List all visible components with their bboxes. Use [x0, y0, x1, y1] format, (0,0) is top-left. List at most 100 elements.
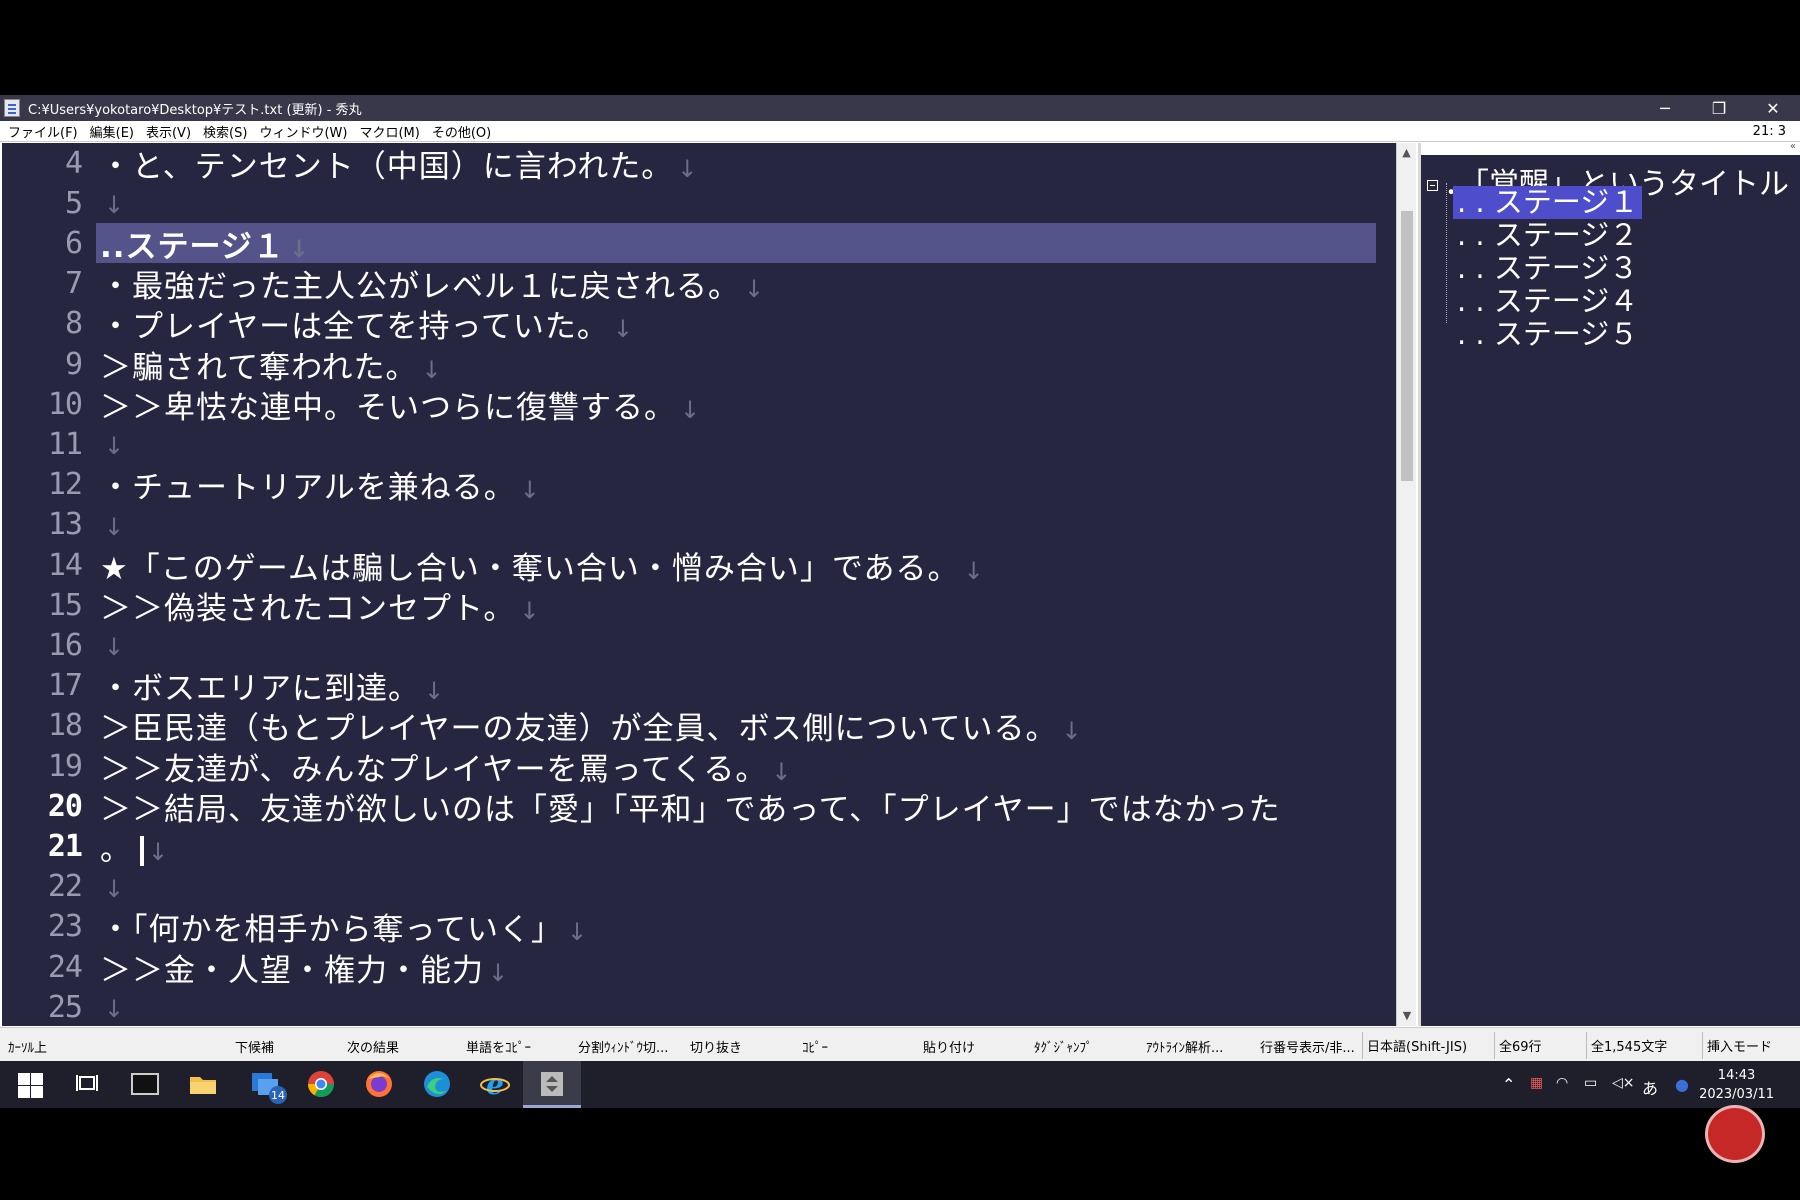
scroll-up-arrow-icon[interactable]: ▲ — [1397, 143, 1416, 163]
editor-line[interactable]: 12 ・チュートリアルを兼ねる。 ↓ — [2, 462, 1396, 507]
line-content: ・「何かを相手から奪っていく」 — [100, 912, 563, 949]
menu-other[interactable]: その他(O) — [426, 122, 497, 141]
line-text: ・チュートリアルを兼ねる。 ↓ — [100, 462, 541, 507]
editor-line[interactable]: 18 ＞臣民達（もとプレイヤーの友達）が全員、ボス側についている。 ↓ — [2, 706, 1396, 747]
editor-line[interactable]: 22 ↓ — [2, 867, 1396, 907]
editor-line[interactable]: 15 ＞＞偽装されたコンセプト。 ↓ — [2, 583, 1396, 628]
vertical-scrollbar[interactable]: ▲ ▼ — [1396, 143, 1416, 1026]
tree-collapse-icon[interactable] — [1427, 180, 1438, 191]
editor-line[interactable]: 13 ↓ — [2, 505, 1396, 545]
internet-explorer-icon[interactable]: e — [480, 1068, 510, 1101]
newline-mark-icon: ↓ — [612, 315, 635, 344]
minimize-button[interactable]: ─ — [1638, 95, 1692, 121]
outline-item-stage-1[interactable]: . . ステージ１ — [1453, 186, 1643, 219]
encoding-indicator[interactable]: 日本語(Shift-JIS) — [1362, 1032, 1471, 1059]
chrome-icon[interactable] — [306, 1069, 336, 1099]
ime-indicator[interactable]: あ — [1642, 1075, 1658, 1099]
cut-button[interactable]: 切り抜き — [690, 1037, 742, 1056]
next-candidate-button[interactable]: 下候補 — [235, 1037, 274, 1056]
editor-line[interactable]: 19 ＞＞友達が、みんなプレイヤーを罵ってくる。 ↓ — [2, 746, 1396, 788]
text-caret — [140, 836, 144, 867]
line-number: 21 — [47, 828, 83, 864]
firefox-icon[interactable] — [364, 1069, 394, 1099]
scrollbar-thumb[interactable] — [1401, 211, 1413, 481]
menu-window[interactable]: ウィンドウ(W) — [253, 122, 353, 141]
total-lines-indicator: 全69行 — [1494, 1032, 1546, 1059]
windows-start-icon[interactable] — [16, 1069, 46, 1099]
newline-mark-icon: ↓ — [566, 918, 589, 947]
outline-collapse-button[interactable]: « — [1790, 143, 1796, 152]
mail-badge: 14 — [271, 1089, 285, 1102]
editor-line[interactable]: 14 ★「このゲームは騙し合い・奪い合い・憎み合い」である。 ↓ — [2, 545, 1396, 587]
cursor-position-indicator: 21: 3 — [1752, 124, 1786, 139]
menu-search[interactable]: 検索(S) — [197, 122, 253, 141]
outline-analysis-button[interactable]: ｱｳﾄﾗｲﾝ解析... — [1146, 1037, 1223, 1056]
line-content: ・と、テンセント（中国）に言われた。 — [100, 148, 674, 185]
task-view-icon[interactable] — [72, 1069, 102, 1099]
menu-view[interactable]: 表示(V) — [140, 122, 197, 141]
onedrive-icon[interactable]: ● — [1675, 1075, 1689, 1094]
editor-line[interactable]: 24 ＞＞金・人望・権力・能力 ↓ — [2, 947, 1396, 989]
outline-item-stage-3[interactable]: . . ステージ３ — [1453, 252, 1642, 285]
toggle-line-numbers-button[interactable]: 行番号表示/非... — [1260, 1037, 1355, 1056]
taskbar-clock[interactable]: 14:43 2023/03/11 — [1699, 1066, 1774, 1104]
tag-jump-button[interactable]: ﾀｸﾞｼﾞｬﾝﾌﾟ — [1034, 1037, 1093, 1056]
battery-icon[interactable]: ▭ — [1584, 1075, 1597, 1091]
menu-macro[interactable]: マクロ(M) — [353, 122, 425, 141]
mail-icon[interactable]: 14 — [248, 1069, 287, 1104]
copy-button[interactable]: ｺﾋﾟｰ — [802, 1037, 828, 1056]
scroll-down-arrow-icon[interactable]: ▼ — [1397, 1006, 1417, 1026]
line-text: ＞＞偽装されたコンセプト。 ↓ — [100, 583, 541, 628]
editor-line[interactable]: 23 ・「何かを相手から奪っていく」 ↓ — [2, 904, 1396, 949]
editor-line[interactable]: 25 ↓ — [2, 987, 1396, 1026]
close-button[interactable]: ✕ — [1746, 95, 1800, 121]
line-content: ・チュートリアルを兼ねる。 — [100, 470, 516, 507]
hidemaru-app-icon[interactable] — [4, 99, 20, 117]
newline-mark-icon: ↓ — [421, 355, 443, 384]
tray-app-icon[interactable]: ▦ — [1530, 1075, 1543, 1091]
editor-line[interactable]: 6 ..ステージ１ ↓ — [2, 223, 1396, 265]
line-number: 15 — [47, 587, 83, 623]
restore-button[interactable]: ❐ — [1692, 95, 1746, 121]
editor-line[interactable]: 21 。 ↓ — [2, 824, 1396, 869]
menu-bar: ファイル(F) 編集(E) 表示(V) 検索(S) ウィンドウ(W) マクロ(M… — [0, 121, 1800, 142]
hidemaru-taskbar-icon[interactable] — [537, 1069, 567, 1099]
editor-line[interactable]: 9 ＞騙されて奪われた。 ↓ — [2, 344, 1396, 386]
outline-item-stage-2[interactable]: . . ステージ２ — [1453, 219, 1642, 252]
editor-line[interactable]: 8 ・プレイヤーは全てを持っていた。 ↓ — [2, 304, 1396, 345]
outline-item-stage-4[interactable]: . . ステージ４ — [1453, 285, 1642, 318]
menu-edit[interactable]: 編集(E) — [84, 122, 140, 141]
editor-line[interactable]: 20 ＞＞結局、友達が欲しいのは「愛」「平和」であって、「プレイヤー」ではなかった — [2, 786, 1396, 828]
line-number: 7 — [64, 266, 83, 302]
file-explorer-icon[interactable] — [188, 1069, 218, 1099]
line-text: 。 ↓ — [100, 824, 169, 869]
speaker-muted-icon[interactable]: ◁× — [1612, 1075, 1635, 1091]
editor-line[interactable]: 4 ・と、テンセント（中国）に言われた。 ↓ — [2, 143, 1396, 186]
editor-line[interactable]: 5 ↓ — [2, 183, 1396, 223]
tray-expand-chevron-icon[interactable]: ⌃ — [1502, 1075, 1515, 1094]
next-result-button[interactable]: 次の結果 — [347, 1037, 399, 1056]
network-icon[interactable]: ◠ — [1556, 1075, 1568, 1091]
menu-file[interactable]: ファイル(F) — [0, 122, 84, 141]
terminal-icon[interactable] — [130, 1069, 160, 1099]
line-number: 10 — [47, 386, 83, 422]
title-bar[interactable]: C:¥Users¥yokotaro¥Desktop¥テスト.txt (更新) -… — [0, 95, 1800, 121]
tree-connector-line — [1446, 183, 1447, 323]
hidemaru-window: C:¥Users¥yokotaro¥Desktop¥テスト.txt (更新) -… — [0, 95, 1800, 1061]
text-editor-area[interactable]: 4 ・と、テンセント（中国）に言われた。 ↓ 5 ↓ 6 ..ステージ１ ↓ 7 ・最強だった主人… — [2, 143, 1396, 1026]
edge-icon[interactable] — [422, 1069, 452, 1099]
outline-item-stage-5[interactable]: . . ステージ５ — [1453, 318, 1642, 351]
line-text: ・と、テンセント（中国）に言われた。 ↓ — [100, 143, 698, 186]
insert-mode-indicator[interactable]: 挿入モード — [1702, 1032, 1776, 1059]
clock-date: 2023/03/11 — [1699, 1087, 1774, 1102]
editor-line[interactable]: 11 ↓ — [2, 424, 1396, 464]
paste-button[interactable]: 貼り付け — [923, 1037, 975, 1056]
line-number: 11 — [47, 426, 83, 462]
split-window-button[interactable]: 分割ｳｨﾝﾄﾞｳ切... — [578, 1037, 668, 1056]
editor-line[interactable]: 10 ＞＞卑怯な連中。そいつらに復讐する。 ↓ — [2, 384, 1396, 426]
editor-line[interactable]: 7 ・最強だった主人公がレベル１に戻される。 ↓ — [2, 264, 1396, 305]
editor-line[interactable]: 17 ・ボスエリアに到達。 ↓ — [2, 666, 1396, 707]
editor-line[interactable]: 16 ↓ — [2, 625, 1396, 665]
line-text: ・「何かを相手から奪っていく」 ↓ — [100, 904, 588, 949]
copy-word-button[interactable]: 単語をｺﾋﾟｰ — [466, 1037, 531, 1056]
